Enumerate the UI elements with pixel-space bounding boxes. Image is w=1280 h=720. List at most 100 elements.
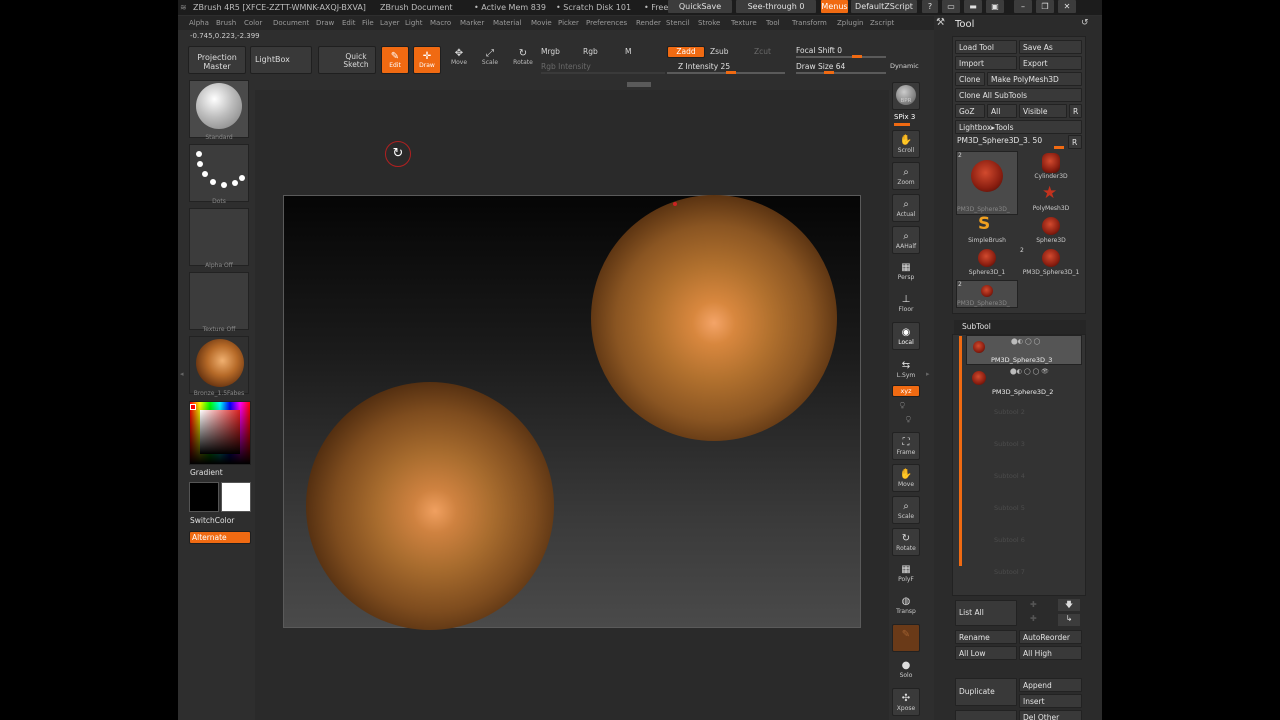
- menu-preferences[interactable]: Preferences: [586, 16, 627, 30]
- alpha-thumbnail[interactable]: [189, 208, 249, 266]
- scale-button[interactable]: ⤢ Scale: [477, 48, 503, 74]
- tool-tile-pm3d-sphere[interactable]: 2 PM3D_Sphere3D_: [956, 151, 1018, 215]
- draw-size-knob[interactable]: [824, 71, 834, 74]
- zsub-button[interactable]: Zsub: [710, 47, 729, 56]
- clone-all-subtools-button[interactable]: Clone All SubTools: [955, 88, 1082, 102]
- default-zscript-button[interactable]: DefaultZScript: [851, 0, 917, 13]
- move-view-button[interactable]: ✋ Move: [892, 464, 920, 492]
- rgb-intensity-slider[interactable]: Rgb Intensity: [541, 62, 591, 71]
- menu-layer[interactable]: Layer: [380, 16, 400, 30]
- layout-icon[interactable]: ▭: [942, 0, 960, 13]
- actual-button[interactable]: ⌕ Actual: [892, 194, 920, 222]
- quick-sketch-button[interactable]: Quick Sketch: [318, 46, 376, 74]
- switchcolor-button[interactable]: SwitchColor: [190, 516, 234, 525]
- current-tool-knob[interactable]: [1054, 146, 1064, 149]
- aahalf-button[interactable]: ⌕ AAHalf: [892, 226, 920, 254]
- stroke-thumbnail[interactable]: [189, 144, 249, 202]
- menu-stroke[interactable]: Stroke: [698, 16, 720, 30]
- persp-button[interactable]: ▦ Persp: [892, 258, 920, 286]
- menu-color[interactable]: Color: [244, 16, 262, 30]
- zadd-button[interactable]: Zadd: [667, 46, 705, 58]
- menu-texture[interactable]: Texture: [731, 16, 757, 30]
- zcut-button[interactable]: Zcut: [754, 47, 771, 56]
- polyf-button[interactable]: ▦ PolyF: [892, 560, 920, 588]
- menu-render[interactable]: Render: [636, 16, 661, 30]
- current-tool-slider[interactable]: PM3D_Sphere3D_3. 50: [957, 136, 1042, 145]
- tool-tile-pm3d-sphere-2[interactable]: 2 PM3D_Sphere3D_: [956, 280, 1018, 308]
- layout2-icon[interactable]: ▬: [964, 0, 982, 13]
- lock-icon[interactable]: ▣: [986, 0, 1004, 13]
- focal-shift-knob[interactable]: [852, 55, 862, 58]
- menu-macro[interactable]: Macro: [430, 16, 451, 30]
- draw-button[interactable]: ✛ Draw: [413, 46, 441, 74]
- make-polymesh-button[interactable]: Make PolyMesh3D: [987, 72, 1082, 86]
- z-intensity-knob[interactable]: [726, 71, 736, 74]
- lightbox-tools-button[interactable]: Lightbox▸Tools: [955, 120, 1082, 134]
- bpr-button[interactable]: BPR: [892, 82, 920, 110]
- append-button[interactable]: Append: [1019, 678, 1082, 692]
- rgb-button[interactable]: Rgb: [583, 47, 598, 56]
- scroll-button[interactable]: ✋ Scroll: [892, 130, 920, 158]
- rotate-button[interactable]: ↻ Rotate: [510, 48, 536, 74]
- lightbox-button[interactable]: LightBox: [250, 46, 312, 74]
- gradient-label[interactable]: Gradient: [190, 468, 223, 477]
- move-up-icon[interactable]: ✚: [1030, 600, 1037, 609]
- frame-button[interactable]: ⛶ Frame: [892, 432, 920, 460]
- menu-movie[interactable]: Movie: [531, 16, 552, 30]
- xpose-button[interactable]: ✣ Xpose: [892, 688, 920, 716]
- focal-shift-slider[interactable]: Focal Shift 0: [796, 46, 842, 55]
- rotate-view-button[interactable]: ↻ Rotate: [892, 528, 920, 556]
- subtool-title[interactable]: SubTool: [954, 320, 1086, 334]
- arrow-down-icon[interactable]: 🡇: [1058, 599, 1080, 611]
- menu-file[interactable]: File: [362, 16, 374, 30]
- move-down-icon[interactable]: ✚: [1030, 614, 1037, 623]
- save-as-button[interactable]: Save As: [1019, 40, 1082, 54]
- clone-button[interactable]: Clone: [955, 72, 985, 86]
- menu-draw[interactable]: Draw: [316, 16, 334, 30]
- load-tool-button[interactable]: Load Tool: [955, 40, 1017, 54]
- menu-light[interactable]: Light: [405, 16, 422, 30]
- menu-edit[interactable]: Edit: [342, 16, 356, 30]
- tool-tile-simplebrush[interactable]: S SimpleBrush: [956, 214, 1018, 247]
- subtool-item[interactable]: ⬤◐ ◯ ◯ 👁 PM3D_Sphere3D_2: [966, 366, 1082, 396]
- texture-thumbnail[interactable]: [189, 272, 249, 330]
- arrow-corner-icon[interactable]: ↳: [1058, 614, 1080, 626]
- tool-tile-sphere3d-1[interactable]: Sphere3D_1: [956, 247, 1018, 279]
- floor-button[interactable]: ⊥ Floor: [892, 290, 920, 318]
- projection-master-button[interactable]: Projection Master: [188, 46, 246, 74]
- main-color-swatch[interactable]: [189, 482, 219, 512]
- secondary-color-swatch[interactable]: [221, 482, 251, 512]
- menu-brush[interactable]: Brush: [216, 16, 236, 30]
- refresh-icon[interactable]: ↻: [385, 141, 411, 167]
- edit-button[interactable]: ✎ Edit: [381, 46, 409, 74]
- visibility-eye-icon[interactable]: ⬤◐ ◯ ◯: [1011, 338, 1040, 345]
- del-button-partial[interactable]: [955, 710, 1017, 720]
- tool-tile-pm3d-sphere-1[interactable]: 2 PM3D_Sphere3D_1: [1020, 247, 1082, 279]
- sym-dot-icon[interactable]: ⍜: [900, 400, 905, 410]
- export-button[interactable]: Export: [1019, 56, 1082, 70]
- spix-knob[interactable]: [894, 123, 910, 126]
- menu-transform[interactable]: Transform: [792, 16, 827, 30]
- panel-refresh-icon[interactable]: ↺: [1081, 18, 1089, 28]
- goz-button[interactable]: GoZ: [955, 104, 985, 118]
- all-high-button[interactable]: All High: [1019, 646, 1082, 660]
- import-button[interactable]: Import: [955, 56, 1017, 70]
- menu-material[interactable]: Material: [493, 16, 521, 30]
- lsym-button[interactable]: ⇆ L.Sym: [892, 356, 920, 384]
- menu-stencil[interactable]: Stencil: [666, 16, 690, 30]
- transp-button[interactable]: ◍ Transp: [892, 592, 920, 620]
- material-thumbnail[interactable]: [189, 336, 249, 394]
- help-icon[interactable]: ?: [922, 0, 938, 13]
- menu-zscript[interactable]: Zscript: [870, 16, 894, 30]
- m-button[interactable]: M: [625, 47, 631, 56]
- minimize-icon[interactable]: –: [1014, 0, 1032, 13]
- zoom-button[interactable]: ⌕ Zoom: [892, 162, 920, 190]
- menu-zplugin[interactable]: Zplugin: [837, 16, 863, 30]
- tool-tile-polymesh[interactable]: ★ PolyMesh3D: [1020, 183, 1082, 215]
- solo-button[interactable]: ● Solo: [892, 656, 920, 684]
- menus-button[interactable]: Menus: [821, 0, 848, 13]
- draw-size-slider[interactable]: Draw Size 64: [796, 62, 845, 71]
- subtool-item-active[interactable]: ⬤◐ ◯ ◯ PM3D_Sphere3D_3: [966, 335, 1082, 365]
- left-tray-arrow-icon[interactable]: ◂: [180, 370, 184, 378]
- spix-slider[interactable]: SPix 3: [894, 113, 915, 121]
